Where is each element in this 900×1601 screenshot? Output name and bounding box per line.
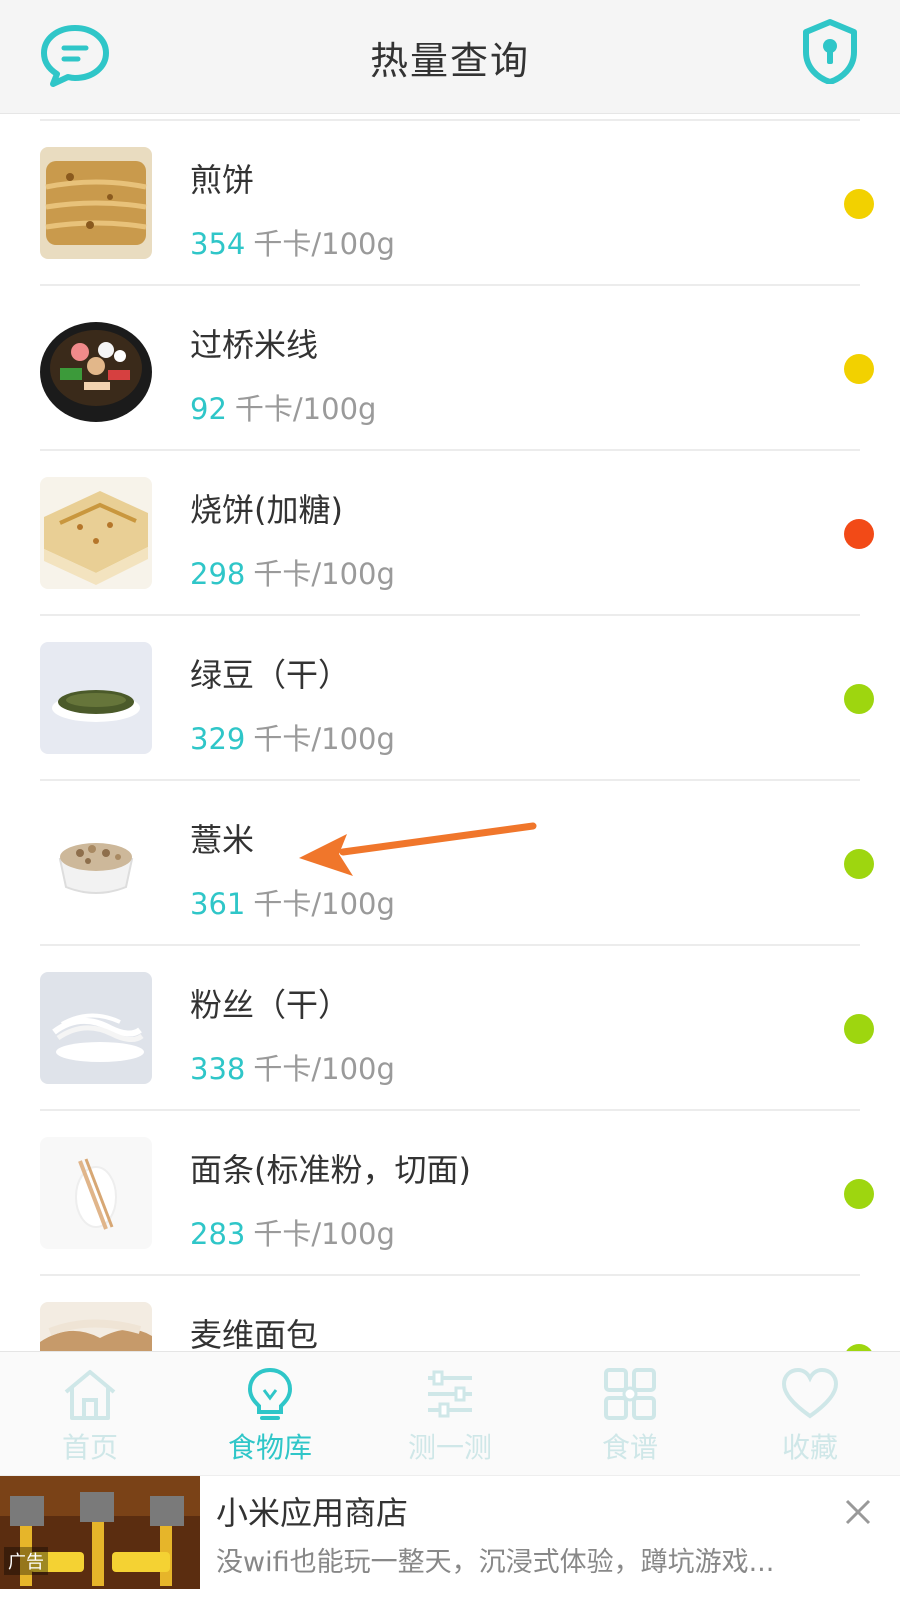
food-thumbnail: [40, 807, 152, 919]
tab-label: 食谱: [601, 1431, 658, 1464]
calorie-level-dot: [844, 849, 874, 879]
food-calories: 338 千卡/100g: [190, 1046, 395, 1088]
tab-food-library[interactable]: 食物库: [180, 1352, 360, 1476]
tab-label: 食物库: [227, 1431, 312, 1464]
ad-image[interactable]: 广告: [0, 1476, 200, 1589]
food-calories: 329 千卡/100g: [190, 716, 395, 758]
list-item[interactable]: 粉丝（干） 338 千卡/100g: [0, 946, 900, 1111]
calorie-level-dot: [844, 684, 874, 714]
food-thumbnail: [40, 1302, 152, 1351]
page-title: 热量查询: [369, 39, 530, 83]
food-name: 麦维面包: [190, 1316, 319, 1351]
calorie-unit: 千卡/100g: [253, 1052, 395, 1086]
list-item[interactable]: [0, 113, 900, 121]
calorie-unit: 千卡/100g: [253, 227, 395, 261]
food-thumbnail: [40, 972, 152, 1084]
food-name: 绿豆（干）: [190, 656, 351, 694]
food-thumbnail: [40, 642, 152, 754]
tab-label: 收藏: [781, 1431, 838, 1464]
top-bar: 热量查询: [0, 0, 900, 114]
lightbulb-icon: [247, 1367, 293, 1420]
calorie-level-dot: [844, 1344, 874, 1351]
food-calories: 92 千卡/100g: [190, 386, 376, 428]
food-calories: 361 千卡/100g: [190, 881, 395, 923]
calorie-value: 298: [190, 557, 246, 591]
list-item[interactable]: 煎饼 354 千卡/100g: [0, 121, 900, 286]
food-name: 粉丝（干）: [190, 986, 351, 1024]
list-item[interactable]: 面条(标准粉，切面) 283 千卡/100g: [0, 1111, 900, 1276]
tab-favorites[interactable]: 收藏: [720, 1352, 900, 1476]
food-name: 过桥米线: [190, 326, 319, 364]
list-item[interactable]: 绿豆（干） 329 千卡/100g: [0, 616, 900, 781]
calorie-level-dot: [844, 354, 874, 384]
calorie-level-dot: [844, 1014, 874, 1044]
food-list[interactable]: 煎饼 354 千卡/100g 过桥米线 92 千卡/100g 烧饼(加糖) 29…: [0, 113, 900, 1351]
bottom-tab-bar: 首页 食物库 测一测 食谱 收藏: [0, 1351, 900, 1476]
food-name: 煎饼: [190, 161, 255, 199]
food-thumbnail: [40, 312, 152, 424]
calorie-level-dot: [844, 189, 874, 219]
food-thumbnail: [40, 477, 152, 589]
food-calories: 283 千卡/100g: [190, 1211, 395, 1253]
calorie-level-dot: [844, 519, 874, 549]
calorie-value: 361: [190, 887, 246, 921]
tab-label: 首页: [61, 1431, 118, 1464]
tab-recipes[interactable]: 食谱: [540, 1352, 720, 1476]
list-item[interactable]: 烧饼(加糖) 298 千卡/100g: [0, 451, 900, 616]
calorie-value: 354: [190, 227, 246, 261]
ad-tag: 广告: [4, 1547, 48, 1575]
food-thumbnail: [40, 1137, 152, 1249]
home-icon: [64, 1370, 116, 1420]
calorie-unit: 千卡/100g: [253, 722, 395, 756]
close-icon[interactable]: [844, 1498, 872, 1526]
food-thumbnail: [40, 147, 152, 259]
calorie-unit: 千卡/100g: [253, 1217, 395, 1251]
calorie-unit: 千卡/100g: [253, 887, 395, 921]
tab-home[interactable]: 首页: [0, 1352, 180, 1476]
calorie-value: 283: [190, 1217, 246, 1251]
calorie-value: 338: [190, 1052, 246, 1086]
food-calories: 354 千卡/100g: [190, 221, 395, 263]
food-name: 薏米: [190, 821, 255, 859]
grid-icon: [604, 1368, 656, 1420]
sliders-icon: [428, 1370, 472, 1418]
ad-description[interactable]: 没wifi也能玩一整天，沉浸式体验，蹲坑游戏...: [216, 1540, 816, 1579]
calorie-unit: 千卡/100g: [234, 392, 377, 426]
calorie-value: 92: [190, 392, 227, 426]
calorie-level-dot: [844, 1179, 874, 1209]
calorie-value: 329: [190, 722, 246, 756]
food-name: 烧饼(加糖): [190, 491, 343, 529]
list-item[interactable]: 麦维面包: [0, 1276, 900, 1351]
calorie-unit: 千卡/100g: [253, 557, 395, 591]
shield-lock-icon[interactable]: [800, 18, 860, 84]
annotation-arrow-icon: [299, 822, 537, 876]
list-item[interactable]: 过桥米线 92 千卡/100g: [0, 286, 900, 451]
ad-banner[interactable]: 广告 小米应用商店 没wifi也能玩一整天，沉浸式体验，蹲坑游戏...: [0, 1475, 900, 1601]
heart-icon: [781, 1367, 839, 1419]
food-calories: 298 千卡/100g: [190, 551, 395, 593]
tab-label: 测一测: [407, 1431, 492, 1464]
ad-title[interactable]: 小米应用商店: [216, 1488, 408, 1534]
tab-test[interactable]: 测一测: [360, 1352, 540, 1476]
food-name: 面条(标准粉，切面): [190, 1151, 471, 1189]
